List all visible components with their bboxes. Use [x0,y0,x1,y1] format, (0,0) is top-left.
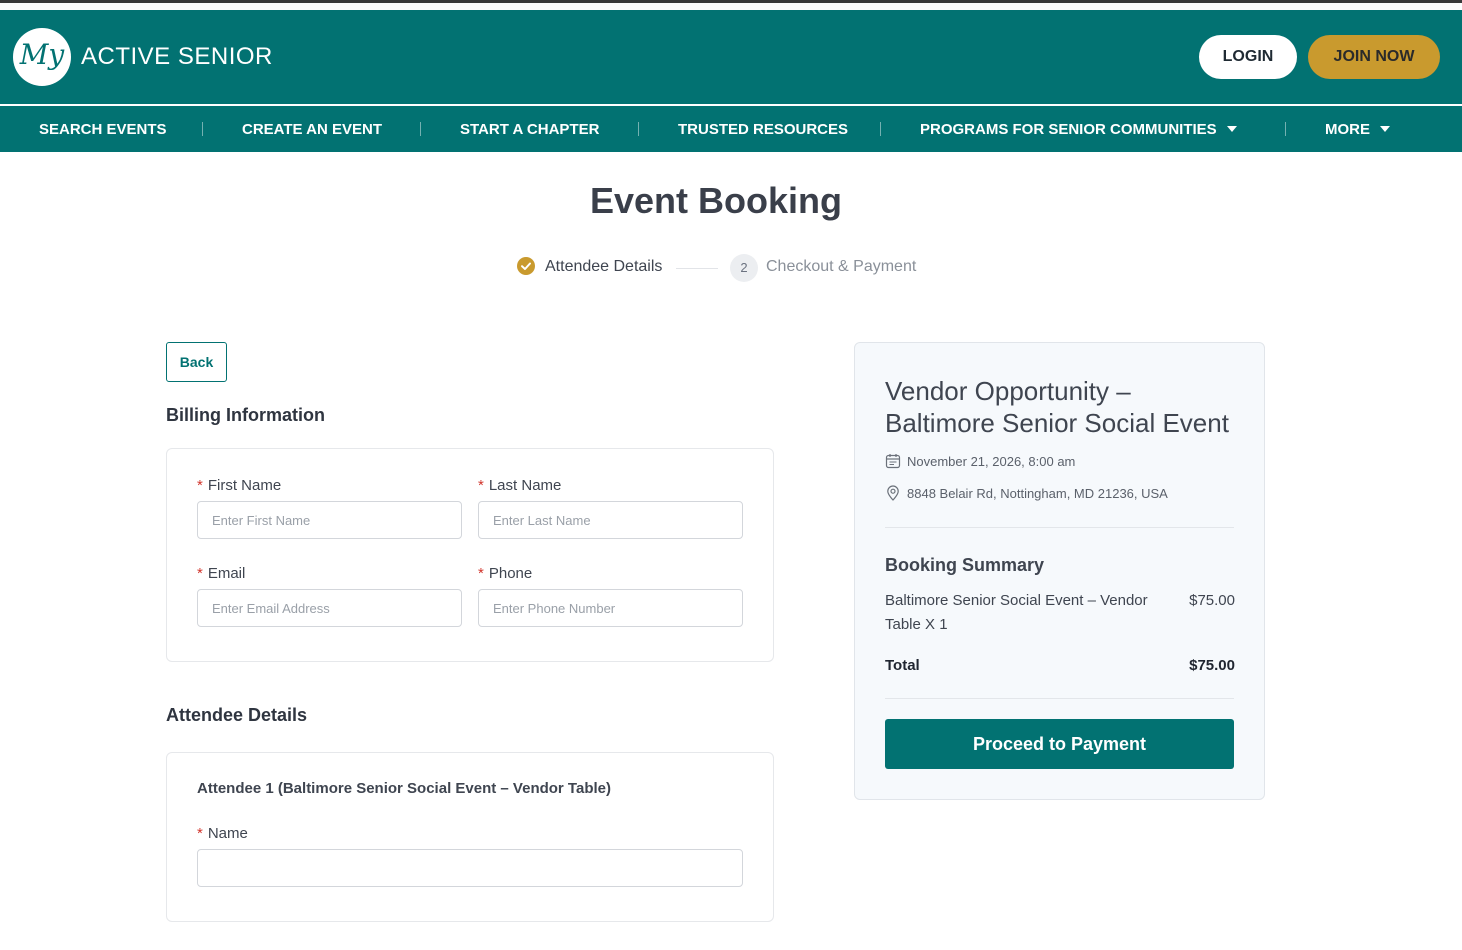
back-button[interactable]: Back [166,342,227,382]
nav-divider [638,122,639,136]
phone-label: * Phone [478,565,532,582]
first-name-label-text: First Name [207,477,282,494]
attendee-name-label-text: Name [207,825,248,842]
main-navigation: SEARCH EVENTS CREATE AN EVENT START A CH… [0,106,1462,152]
phone-input[interactable] [478,589,743,627]
attendee-details-heading: Attendee Details [166,705,308,725]
summary-divider [885,527,1234,528]
logo-mark-text: My [19,38,65,71]
nav-item-search-events[interactable]: SEARCH EVENTS [39,106,167,152]
first-name-input[interactable] [197,501,462,539]
calendar-icon [885,453,901,472]
total-value: $75.00 [1189,657,1235,674]
attendee-form-card: Attendee 1 (Baltimore Senior Social Even… [166,752,774,922]
required-marker: * [197,477,203,494]
required-marker: * [478,565,484,582]
nav-item-start-chapter[interactable]: START A CHAPTER [460,106,599,152]
email-label-text: Email [207,565,246,582]
required-marker: * [197,565,203,582]
site-header: My ACTIVE SENIOR LOGIN JOIN NOW [0,10,1462,104]
last-name-label: * Last Name [478,477,561,494]
nav-item-programs-label: PROGRAMS FOR SENIOR COMMUNITIES [920,121,1217,138]
billing-heading: Billing Information [166,405,325,425]
logo-wordmark[interactable]: ACTIVE SENIOR [81,43,273,71]
last-name-input[interactable] [478,501,743,539]
chevron-down-icon [1226,126,1237,132]
attendee-1-title: Attendee 1 (Baltimore Senior Social Even… [197,780,611,797]
required-marker: * [197,825,203,842]
nav-divider [420,122,421,136]
chevron-down-icon [1380,126,1390,132]
booking-summary-panel: Vendor Opportunity – Baltimore Senior So… [854,342,1265,800]
join-now-button[interactable]: JOIN NOW [1308,35,1440,79]
page-title: Event Booking [589,180,843,221]
nav-item-trusted-resources[interactable]: TRUSTED RESOURCES [678,106,848,152]
proceed-to-payment-button[interactable]: Proceed to Payment [885,719,1234,769]
event-date-text: November 21, 2026, 8:00 am [907,454,1076,469]
email-label: * Email [197,565,245,582]
step-attendee-details: Attendee Details [545,258,663,275]
phone-label-text: Phone [488,565,533,582]
step-number-badge: 2 [730,254,758,282]
nav-item-programs[interactable]: PROGRAMS FOR SENIOR COMMUNITIES [920,106,1237,152]
event-date: November 21, 2026, 8:00 am [885,453,1075,472]
attendee-name-input[interactable] [197,849,743,887]
first-name-label: * First Name [197,477,281,494]
nav-item-more-label: MORE [1325,121,1370,138]
booking-summary-heading: Booking Summary [885,555,1045,575]
summary-divider [885,698,1234,699]
nav-divider [202,122,203,136]
required-marker: * [478,477,484,494]
total-label: Total [885,657,920,674]
email-input[interactable] [197,589,462,627]
login-button[interactable]: LOGIN [1199,35,1297,79]
logo-mark[interactable]: My [13,28,71,86]
step-checkout-payment: Checkout & Payment [766,258,917,275]
step-connector [676,268,718,269]
nav-item-create-event[interactable]: CREATE AN EVENT [242,106,382,152]
event-location: 8848 Belair Rd, Nottingham, MD 21236, US… [885,485,1168,504]
line-item-label: Baltimore Senior Social Event – Vendor T… [885,592,1148,633]
line-item-price: $75.00 [1189,592,1235,609]
attendee-name-label: * Name [197,825,248,842]
billing-form-card: *First Name *Last Name *Email *Phone [166,448,774,662]
nav-item-more[interactable]: MORE [1325,106,1390,152]
nav-divider [880,122,881,136]
nav-divider [1285,122,1286,136]
location-pin-icon [885,485,901,504]
event-title: Vendor Opportunity – Baltimore Senior So… [885,376,1229,438]
top-border-line [0,0,1462,3]
check-circle-icon [517,257,535,275]
event-location-text: 8848 Belair Rd, Nottingham, MD 21236, US… [907,486,1168,501]
last-name-label-text: Last Name [488,477,562,494]
